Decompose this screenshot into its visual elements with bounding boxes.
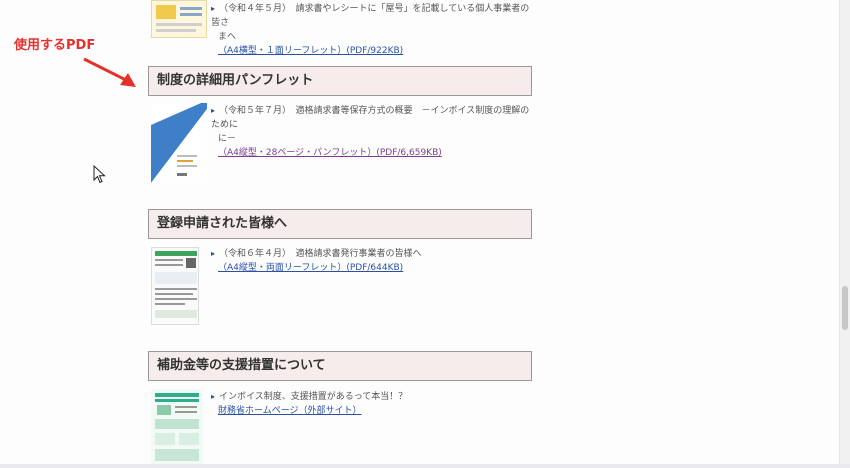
bullet-icon: ▸ xyxy=(211,4,216,13)
list-item: ▸ （令和６年４月） 適格請求書発行事業者の皆様へ （A4縦型・両面リーフレット）… xyxy=(211,247,531,275)
bottom-edge xyxy=(0,464,850,468)
list-item: ▸ （令和５年７月） 適格請求書等保存方式の概要 －インボイス制度の理解のために … xyxy=(211,106,531,160)
section-header-subsidy: 補助金等の支援措置について xyxy=(148,351,532,381)
leaflet-thumbnail[interactable] xyxy=(151,0,207,38)
annotation-label: 使用するPDF xyxy=(14,38,96,53)
pdf-link[interactable]: （A4横型・１面リーフレット）(PDF/922KB) xyxy=(211,44,531,58)
bullet-icon: ▸ xyxy=(211,249,216,258)
support-thumbnail[interactable] xyxy=(151,389,203,465)
bullet-icon: ▸ xyxy=(211,392,216,401)
pdf-link[interactable]: （A4縦型・28ページ・パンフレット）(PDF/6,659KB) xyxy=(211,146,531,160)
section-header-pamphlet: 制度の詳細用パンフレット xyxy=(148,66,532,96)
list-item: ▸ インボイス制度、支援措置があるって本当！？ 財務省ホームページ（外部サイト） xyxy=(211,390,531,418)
external-link[interactable]: 財務省ホームページ（外部サイト） xyxy=(211,404,531,418)
pamphlet-thumbnail[interactable] xyxy=(151,103,207,183)
scrollbar-thumb[interactable] xyxy=(842,286,848,330)
bullet-icon: ▸ xyxy=(211,106,216,115)
leaflet-thumbnail[interactable] xyxy=(151,247,199,325)
list-item: ▸ （令和４年５月） 請求書やレシートに「屋号」を記載している個人事業者の皆さ ま… xyxy=(211,4,531,58)
pdf-link[interactable]: （A4縦型・両面リーフレット）(PDF/644KB) xyxy=(211,261,531,275)
mouse-cursor-icon xyxy=(93,165,106,184)
vertical-scrollbar[interactable] xyxy=(839,0,850,468)
section-header-registered: 登録申請された皆様へ xyxy=(148,209,532,239)
red-arrow-icon xyxy=(83,57,136,87)
